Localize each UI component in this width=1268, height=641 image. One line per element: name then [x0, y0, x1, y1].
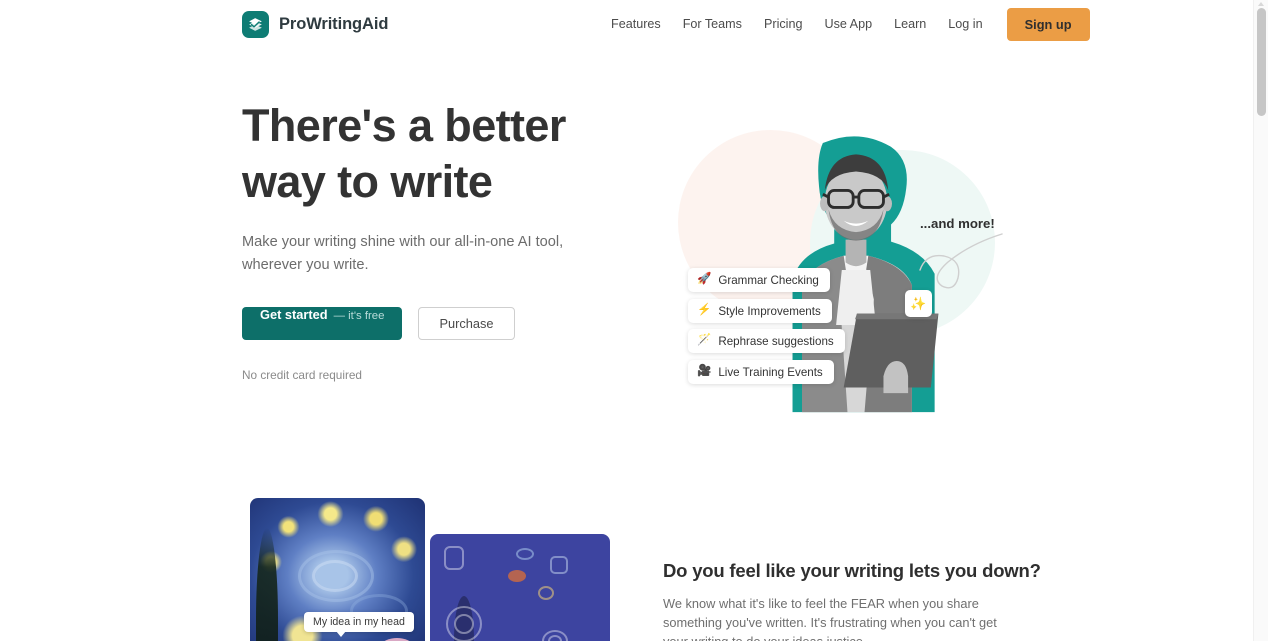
feature-chip-label: Grammar Checking — [718, 273, 819, 287]
brand-name: ProWritingAid — [279, 14, 389, 33]
primary-nav: Features For Teams Pricing Use App Learn… — [600, 7, 1090, 41]
feature-chip-label: Rephrase suggestions — [718, 334, 834, 348]
orange-blob-shape — [508, 570, 526, 582]
nav-item-for-teams[interactable]: For Teams — [672, 11, 753, 37]
squiggle-arrow-icon — [919, 233, 1003, 289]
site-header: ProWritingAid Features For Teams Pricing… — [0, 0, 1253, 48]
rocket-icon: 🚀 — [697, 273, 712, 286]
doodle-shape — [548, 635, 562, 641]
hero-illustration: 🚀 Grammar Checking ⚡ Style Improvements … — [660, 108, 1040, 438]
scroll-up-arrow-icon[interactable] — [1258, 2, 1264, 6]
doodle-shape — [444, 546, 464, 570]
feature-chip-label: Style Improvements — [718, 304, 821, 318]
and-more-label: ...and more! — [920, 216, 995, 231]
my-idea-in-my-head-label: My idea in my head — [304, 612, 414, 637]
brand-logo-link[interactable]: ProWritingAid — [242, 10, 389, 38]
doodle-shape — [550, 556, 568, 574]
art-collage: My idea in my head — [242, 498, 622, 641]
feature-chip-rephrase-suggestions[interactable]: 🪄 Rephrase suggestions — [688, 329, 845, 353]
hero-title-line-2: way to write — [242, 156, 493, 207]
lightning-icon: ⚡ — [697, 304, 712, 317]
hero-subtitle: Make your writing shine with our all-in-… — [242, 234, 564, 273]
hero-title: There's a better way to write — [242, 98, 642, 210]
magic-wand-icon: 🪄 — [697, 334, 712, 347]
nav-item-use-app[interactable]: Use App — [813, 11, 883, 37]
no-credit-card-note: No credit card required — [242, 368, 362, 382]
purchase-button[interactable]: Purchase — [418, 307, 515, 340]
section2-title: Do you feel like your writing lets you d… — [663, 560, 1041, 581]
starry-night-image: My idea in my head — [250, 498, 425, 641]
doodle-shape — [454, 614, 474, 634]
cypress-tree-shape — [256, 528, 278, 641]
nav-item-features[interactable]: Features — [600, 11, 672, 37]
get-started-free-suffix: — it's free — [333, 310, 385, 322]
feature-chip-style-improvements[interactable]: ⚡ Style Improvements — [688, 299, 832, 323]
doodle-shape — [516, 548, 534, 560]
nav-item-log-in[interactable]: Log in — [937, 11, 993, 37]
feature-chip-live-training-events[interactable]: 🎥 Live Training Events — [688, 360, 834, 384]
page-root: ProWritingAid Features For Teams Pricing… — [0, 0, 1268, 641]
writing-lets-you-down-section: My idea in my head Do you feel like your… — [0, 488, 1253, 641]
video-camera-icon: 🎥 — [697, 365, 712, 378]
crude-starry-night-sketch — [430, 534, 610, 641]
section2-copy: Do you feel like your writing lets you d… — [663, 560, 1041, 641]
get-started-label: Get started — [260, 307, 328, 322]
feature-chip-grammar-checking[interactable]: 🚀 Grammar Checking — [688, 268, 830, 292]
sign-up-button[interactable]: Sign up — [1006, 7, 1090, 41]
doodle-shape — [538, 586, 554, 600]
hero-section: There's a better way to write Make your … — [0, 48, 1253, 488]
feature-chip-label: Live Training Events — [718, 365, 823, 379]
scrollbar-thumb[interactable] — [1257, 8, 1266, 116]
nav-item-learn[interactable]: Learn — [883, 11, 937, 37]
hero-copy: There's a better way to write Make your … — [242, 98, 642, 382]
swirl-shape — [312, 560, 358, 592]
section2-body: We know what it's like to feel the FEAR … — [663, 596, 997, 641]
page-scrollbar[interactable] — [1253, 0, 1268, 641]
hero-title-line-1: There's a better — [242, 100, 566, 151]
nav-item-pricing[interactable]: Pricing — [753, 11, 814, 37]
prowritingaid-logo-icon — [242, 10, 269, 38]
get-started-button[interactable]: Get started — it's free — [242, 307, 403, 340]
hero-cta-group: Get started — it's free Purchase — [242, 307, 642, 340]
